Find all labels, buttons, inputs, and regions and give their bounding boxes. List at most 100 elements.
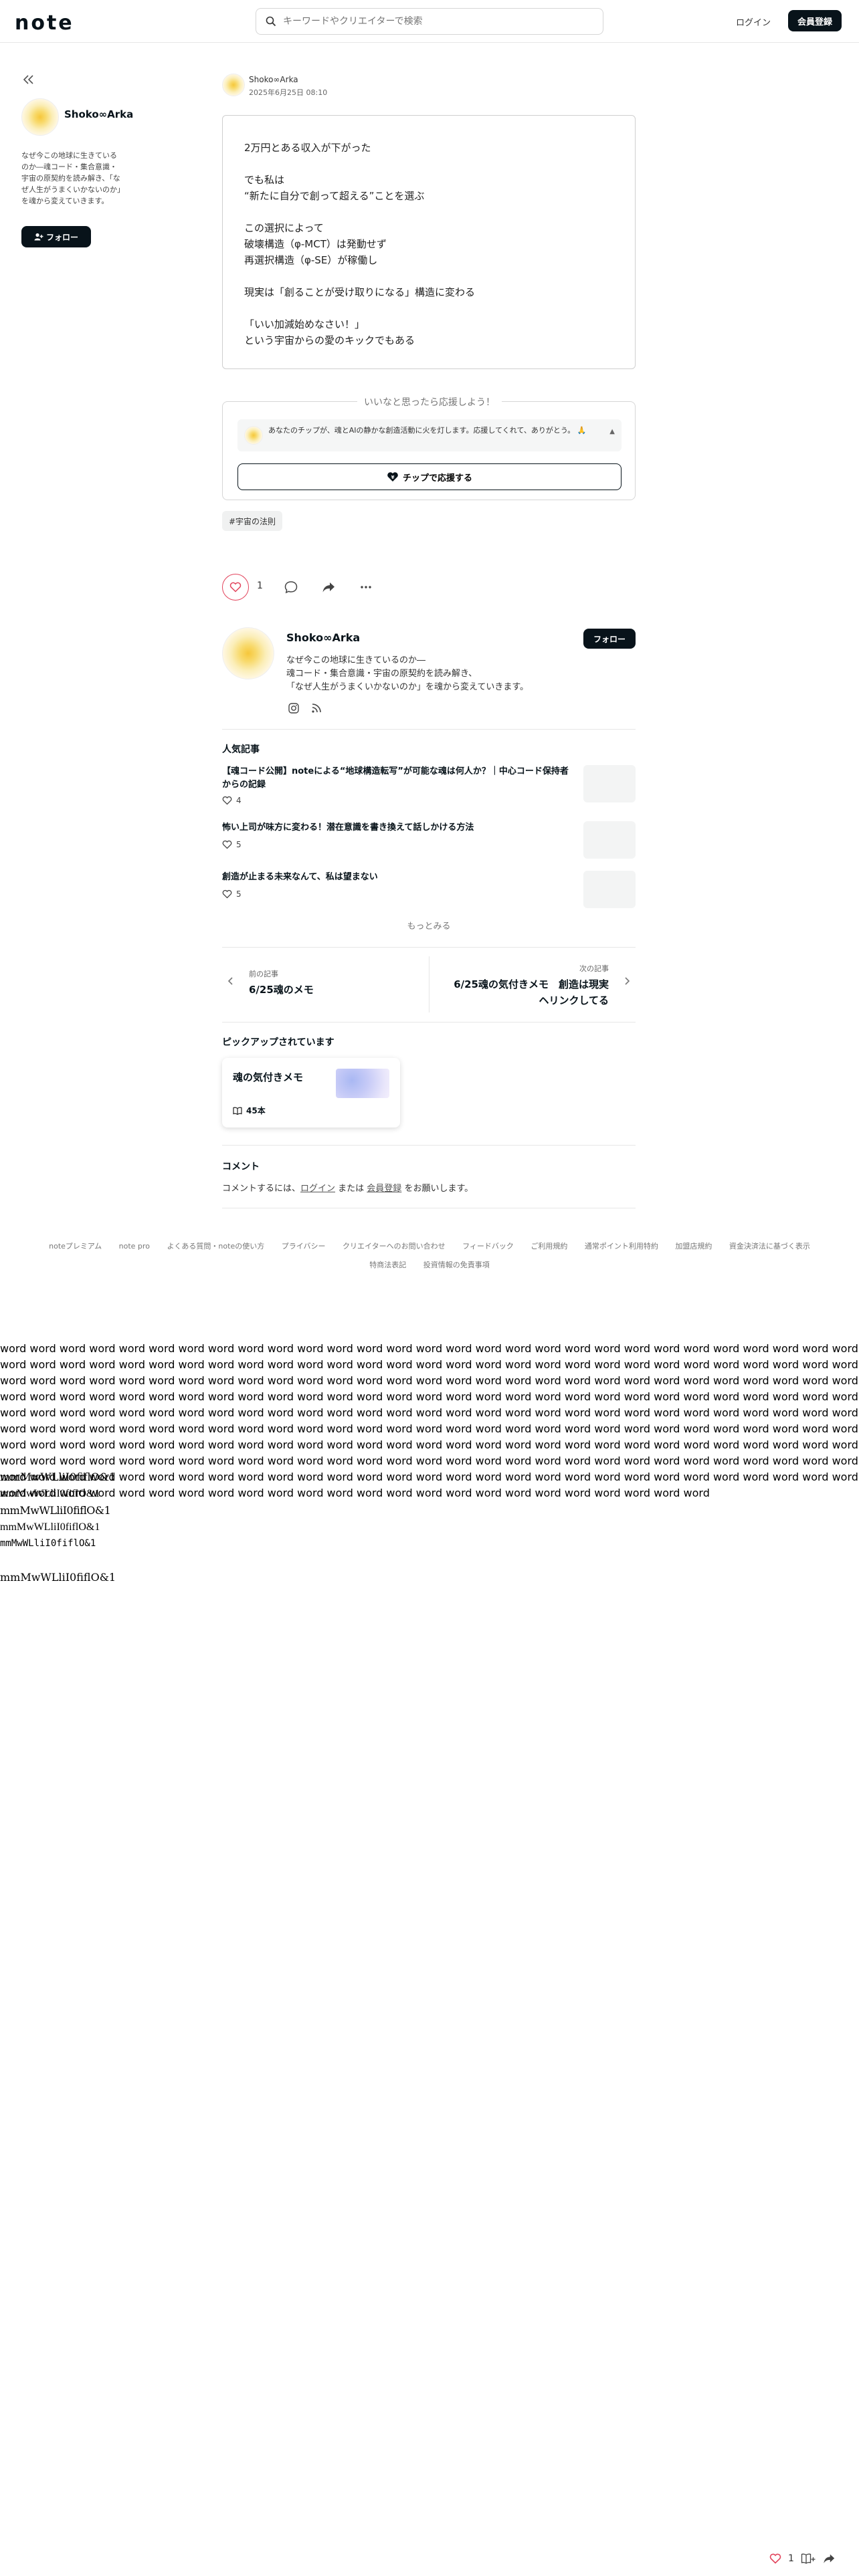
footer-link[interactable]: 加盟店規約 <box>675 1242 712 1251</box>
heart-outline-icon <box>222 889 232 899</box>
popular-article-item[interactable]: 創造が止まる未来なんて、私は望まない 5 <box>222 871 636 911</box>
footer-link[interactable]: クリエイターへのお問い合わせ <box>343 1242 446 1251</box>
picked-up-title: ピックアップされています <box>222 1037 335 1048</box>
popular-article-title[interactable]: 怖い上司が味方に変わる！潜在意識を書き換えて話しかける方法 <box>222 821 577 835</box>
sidebar-author-bio: なぜ今この地球に生きているのか―魂コード・集合意識・宇宙の原契約を読み解き、「な… <box>21 151 121 205</box>
share-arrow-icon <box>321 580 337 595</box>
footer-link[interactable]: フィードバック <box>462 1242 514 1251</box>
sidebar-follow-label: フォロー <box>45 232 78 242</box>
footer-link[interactable]: ご利用規約 <box>531 1242 567 1251</box>
search-icon <box>266 16 276 27</box>
chevron-left-icon <box>226 976 235 986</box>
next-article-link[interactable]: 次の記事 6/25魂の気付きメモ 創造は現実ヘリンクしてる <box>429 956 636 1012</box>
previous-article-link[interactable]: 前の記事 6/25魂のメモ <box>222 956 429 1012</box>
glyph-line: mmMwWLliI0fiflO&1 <box>0 1571 116 1584</box>
previous-article-title[interactable]: 6/25魂のメモ <box>249 982 314 998</box>
comment-button[interactable] <box>284 579 300 595</box>
glyph-line <box>0 1552 116 1569</box>
like-count[interactable]: 1 <box>257 580 263 591</box>
user-plus-icon <box>34 233 43 241</box>
card-author-bio: なぜ今この地球に生きているのか― 魂コード・集合意識・宇宙の原契約を読み解き、 … <box>286 654 621 694</box>
book-icon <box>233 1107 242 1115</box>
author-avatar[interactable] <box>21 98 59 136</box>
magazine-cover-image[interactable] <box>336 1069 389 1098</box>
login-button[interactable]: ログイン <box>727 11 780 31</box>
filler-glyph-lines: mmMwWLliI0fiflO&1 mmMwWLliI0fiflO&1 mmMw… <box>0 1469 116 1586</box>
bio-line: なぜ今この地球に生きているのか― <box>286 655 426 665</box>
svg-text:¥: ¥ <box>391 475 395 480</box>
footer-link[interactable]: プライバシー <box>282 1242 326 1251</box>
card-follow-button[interactable]: フォロー <box>583 629 636 649</box>
popular-article-title[interactable]: 創造が止まる未来なんて、私は望まない <box>222 871 577 884</box>
like-button[interactable] <box>222 574 249 601</box>
article-body: 2万円とある収入が下がった でも私は “新たに自分で創って超える”ことを選ぶ こ… <box>222 115 636 369</box>
note-logo[interactable]: note <box>15 9 88 36</box>
article-author-avatar[interactable] <box>222 74 245 96</box>
share-button[interactable] <box>321 579 337 595</box>
bottom-like-count: 1 <box>788 2553 794 2564</box>
popular-article-thumbnail[interactable] <box>583 765 636 802</box>
hashtag-chip[interactable]: #宇宙の法則 <box>222 511 283 531</box>
chevron-right-icon <box>622 976 632 986</box>
bottom-magazine-button[interactable] <box>801 2553 816 2565</box>
divider <box>222 729 636 730</box>
tip-message: あなたのチップが、魂とAIの静かな創造活動に火を灯します。応援してくれて、ありが… <box>237 419 622 451</box>
heart-outline-icon <box>222 796 232 805</box>
see-more-link[interactable]: もっとみる <box>222 919 636 932</box>
body-paragraph: 2万円とある収入が下がった <box>244 142 371 154</box>
tip-support-box: いいなと思ったら応援しよう！ あなたのチップが、魂とAIの静かな創造活動に火を灯… <box>222 397 636 500</box>
popular-articles-title: 人気記事 <box>222 744 260 755</box>
heart-outline-icon <box>222 840 232 849</box>
footer-link[interactable]: 資金決済法に基づく表示 <box>729 1242 810 1251</box>
instagram-icon[interactable] <box>288 702 300 714</box>
footer-link[interactable]: 通常ポイント利用特約 <box>585 1242 658 1251</box>
footer-link[interactable]: よくある質問・noteの使い方 <box>167 1242 264 1251</box>
popular-article-item[interactable]: 怖い上司が味方に変わる！潜在意識を書き換えて話しかける方法 5 <box>222 821 636 861</box>
glyph-line: mmMwWLliI0fiflO&1 <box>0 1471 116 1483</box>
next-article-label: 次の記事 <box>579 964 609 973</box>
footer-link[interactable]: 特商法表記 <box>369 1261 406 1269</box>
more-options-button[interactable] <box>359 579 375 595</box>
popular-article-item[interactable]: 【魂コード公開】noteによる“地球構造転写”が可能な魂は何人か？｜中心コード保… <box>222 765 636 805</box>
card-author-name[interactable]: Shoko∞Arka <box>286 631 360 644</box>
heart-icon <box>769 2553 781 2564</box>
footer-links: noteプレミアム note pro よくある質問・noteの使い方 プライバシ… <box>0 1237 859 1275</box>
bio-line: 魂コード・集合意識・宇宙の原契約を読み解き、 <box>286 669 478 679</box>
glyph-line: mmMwWLliI0fiflO&1 <box>0 1504 111 1517</box>
bottom-share-button[interactable] <box>822 2552 836 2565</box>
magazine-title[interactable]: 魂の気付きメモ <box>233 1070 303 1084</box>
comments-login-prompt: コメントするには、ログイン または 会員登録 をお願いします。 <box>222 1184 474 1194</box>
comment-login-link[interactable]: ログイン <box>300 1184 335 1194</box>
footer-link[interactable]: 投資情報の免責事項 <box>423 1261 490 1269</box>
tip-button[interactable]: ¥ チップで応援する <box>237 463 622 490</box>
popular-article-thumbnail[interactable] <box>583 821 636 859</box>
caret-up-icon[interactable]: ▲ <box>609 426 615 437</box>
article-author-name[interactable]: Shoko∞Arka <box>249 75 298 84</box>
collapse-sidebar-icon[interactable] <box>21 72 36 87</box>
footer-link[interactable]: noteプレミアム <box>49 1242 102 1251</box>
svg-text:note: note <box>15 11 74 35</box>
magazine-card[interactable]: 魂の気付きメモ 45本 <box>222 1058 400 1128</box>
glyph-line: mmMwWLliI0fiflO&1 <box>0 1488 100 1499</box>
sidebar-follow-button[interactable]: フォロー <box>21 226 91 247</box>
filler-word-text: word word word word word word word word … <box>0 1342 858 1499</box>
popular-article-title[interactable]: 【魂コード公開】noteによる“地球構造転写”が可能な魂は何人か？｜中心コード保… <box>222 765 577 792</box>
search-input[interactable] <box>283 16 577 27</box>
comments-title: コメント <box>222 1162 260 1172</box>
next-article-title[interactable]: 6/25魂の気付きメモ 創造は現実ヘリンクしてる <box>448 976 609 1008</box>
rss-icon[interactable] <box>310 702 322 714</box>
comment-signup-link[interactable]: 会員登録 <box>367 1184 401 1194</box>
popular-article-likes: 5 <box>222 840 242 849</box>
divider <box>222 1145 636 1146</box>
search-box[interactable] <box>256 8 603 35</box>
footer-link[interactable]: note pro <box>119 1242 150 1251</box>
tip-author-avatar <box>244 426 263 445</box>
card-author-avatar[interactable] <box>222 627 274 679</box>
popular-article-thumbnail[interactable] <box>583 871 636 908</box>
comment-icon <box>284 580 300 595</box>
signup-button[interactable]: 会員登録 <box>788 10 842 31</box>
bottom-like-button[interactable] <box>769 2553 781 2564</box>
body-paragraph: 現実は「創ることが受け取りになる」構造に変わる <box>244 286 476 298</box>
sidebar-author-name[interactable]: Shoko∞Arka <box>64 108 133 120</box>
glyph-line: mmMwWLliI0fiflO&1 <box>0 1538 96 1549</box>
